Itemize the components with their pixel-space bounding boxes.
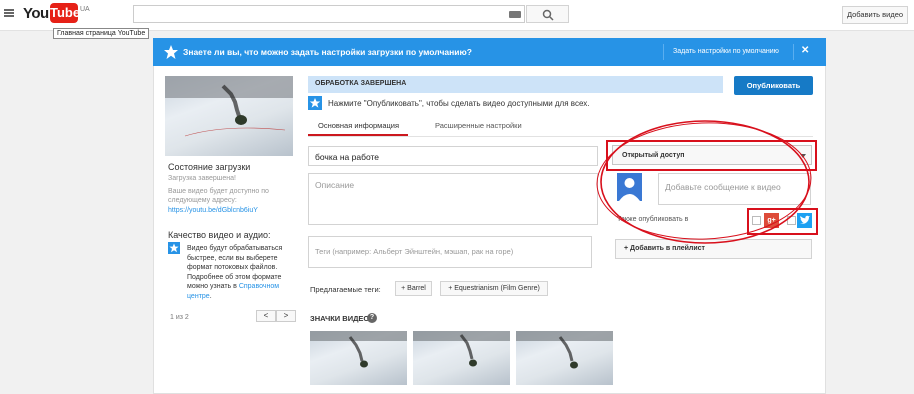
publish-button[interactable]: Опубликовать <box>734 76 813 95</box>
home-tooltip: Главная страница YouTube <box>53 28 150 39</box>
menu-icon[interactable] <box>4 9 14 17</box>
search-input[interactable] <box>133 5 525 23</box>
suggested-tag-button[interactable]: + Equestrianism (Film Genre) <box>440 281 548 296</box>
pager-count: 1 из 2 <box>170 314 189 321</box>
thumbnail-option[interactable] <box>516 331 613 385</box>
thumbnail-option[interactable] <box>413 331 510 385</box>
processing-status: ОБРАБОТКА ЗАВЕРШЕНА <box>315 80 407 87</box>
privacy-value: Открытый доступ <box>622 152 685 159</box>
share-message-placeholder: Добавьте сообщение к видео <box>665 182 781 192</box>
publish-info-text: Нажмите "Опубликовать", чтобы сделать ви… <box>328 99 590 108</box>
twitter-checkbox[interactable] <box>787 216 796 225</box>
pager-next-button[interactable]: > <box>276 310 296 322</box>
add-to-playlist-button[interactable]: + Добавить в плейлист <box>615 239 812 259</box>
search-icon <box>542 9 554 21</box>
logo-tube[interactable]: Tube <box>50 3 80 23</box>
help-icon[interactable]: ? <box>367 313 377 323</box>
logo-you[interactable]: You <box>23 5 49 22</box>
video-url-link[interactable]: https://youtu.be/dGblcnb6iuY <box>168 207 258 214</box>
quality-desc: Видео будут обрабатываться быстрее, если… <box>187 244 287 301</box>
logo-region: UA <box>80 6 90 13</box>
pager-prev-button[interactable]: < <box>256 310 276 322</box>
video-thumbnail <box>165 76 293 156</box>
suggested-tag-button[interactable]: + Barrel <box>395 281 432 296</box>
keyboard-icon[interactable] <box>509 11 521 18</box>
tabs-divider <box>308 136 813 137</box>
tab-basic-info[interactable]: Основная информация <box>318 121 399 130</box>
defaults-banner: Знаете ли вы, что можно задать настройки… <box>153 38 826 66</box>
set-defaults-link[interactable]: Задать настройки по умолчанию <box>673 48 779 55</box>
quality-title: Качество видео и аудио: <box>168 230 271 240</box>
google-plus-icon[interactable]: g+ <box>764 213 779 228</box>
quality-desc-end: . <box>209 292 212 300</box>
gplus-checkbox[interactable] <box>752 216 761 225</box>
tab-advanced-settings[interactable]: Расширенные настройки <box>435 121 522 130</box>
banner-divider <box>793 44 794 60</box>
banner-divider <box>663 44 664 60</box>
search-button[interactable] <box>526 5 569 23</box>
twitter-icon[interactable] <box>797 213 812 228</box>
banner-text: Знаете ли вы, что можно задать настройки… <box>183 47 472 57</box>
thumbnail-option[interactable] <box>310 331 407 385</box>
upload-button[interactable]: Добавить видео <box>842 6 908 24</box>
upload-status-done: Загрузка завершена! <box>168 175 236 182</box>
tags-placeholder: Теги (например: Альберт Эйнштейн, мэшап,… <box>315 247 514 256</box>
title-value: бочка на работе <box>315 152 380 162</box>
star-icon <box>164 45 178 59</box>
also-publish-label: Также опубликовать в <box>617 216 689 223</box>
close-icon[interactable]: ✕ <box>801 45 809 56</box>
active-tab-indicator <box>308 134 408 136</box>
suggested-tags-label: Предлагаемые теги: <box>310 285 381 294</box>
description-placeholder: Описание <box>315 180 355 190</box>
upload-status-title: Состояние загрузки <box>168 162 251 172</box>
star-icon <box>168 242 180 254</box>
avatar <box>617 173 642 201</box>
star-icon <box>308 96 322 110</box>
chevron-down-icon <box>800 154 806 158</box>
video-thumbnails-title: ЗНАЧКИ ВИДЕО <box>310 314 370 323</box>
upload-status-desc: Ваше видео будет доступно по следующему … <box>168 188 269 204</box>
